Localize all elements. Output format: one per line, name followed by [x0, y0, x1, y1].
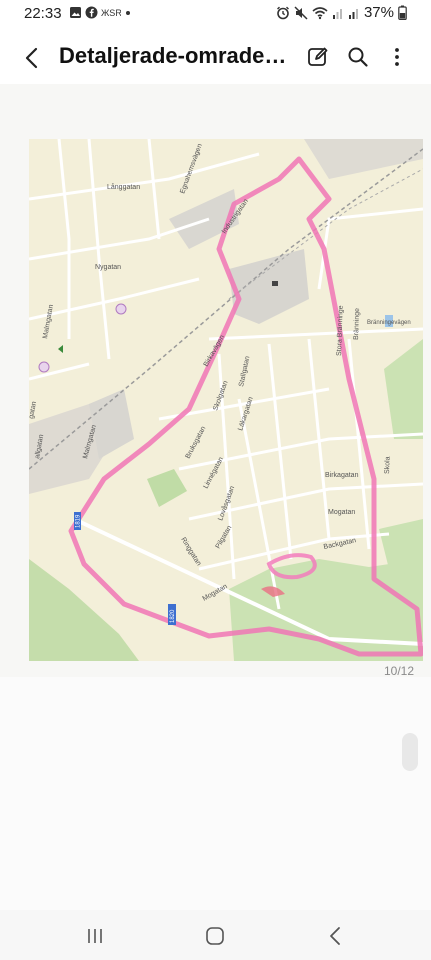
map-label: Skola — [384, 456, 392, 474]
document-title: Detaljerade-omrade… — [59, 43, 287, 68]
map-label: Nygatan — [95, 264, 121, 271]
back-arrow-icon[interactable] — [18, 44, 46, 72]
search-icon[interactable] — [345, 44, 371, 70]
svg-text:ЖSR: ЖSR — [101, 8, 121, 18]
more-icon[interactable] — [384, 44, 410, 70]
dot-icon — [126, 11, 130, 15]
map-poi-icon — [38, 361, 50, 373]
map-poi-icon — [272, 281, 278, 286]
map-label: Birkagatan — [325, 472, 359, 479]
recents-icon[interactable] — [80, 925, 110, 947]
battery-percent: 37% — [363, 4, 394, 21]
mute-icon — [294, 5, 308, 20]
status-time: 22:33 — [24, 5, 62, 22]
navigation-bar — [0, 910, 431, 960]
document-page: 1819 1820 Långgatan Egnahemsvägen Nygata… — [0, 84, 431, 678]
alarm-icon — [277, 6, 289, 19]
map-label: Bränninge — [353, 308, 361, 340]
nav-back-icon[interactable] — [320, 925, 350, 947]
map-label: Bränningevägen — [367, 320, 411, 326]
app-bar: Detaljerade-omrade… — [0, 30, 431, 84]
wifi-icon — [312, 6, 328, 19]
page-counter: 10/12 — [383, 664, 414, 678]
next-page-area — [0, 677, 431, 910]
document-viewer[interactable]: 1819 1820 Långgatan Egnahemsvägen Nygata… — [0, 84, 431, 910]
status-bar: 22:33 ЖSR 37% — [0, 0, 431, 30]
signal-icon — [348, 8, 358, 19]
road-badge-label: 1820 — [170, 609, 176, 623]
carrier-icon: ЖSR — [101, 8, 121, 18]
map-poi-icon — [115, 303, 127, 315]
signal-icon — [332, 8, 342, 19]
scroll-handle[interactable] — [402, 733, 418, 771]
gallery-icon — [70, 7, 81, 18]
status-right-icons: 37% — [276, 4, 407, 21]
map-label: Mogatan — [328, 509, 355, 516]
map-label: Långgatan — [107, 183, 140, 191]
battery-icon — [398, 5, 407, 20]
edit-icon[interactable] — [305, 44, 331, 70]
facebook-icon — [85, 6, 98, 19]
road-badge-label: 1819 — [76, 514, 82, 528]
home-icon[interactable] — [200, 925, 230, 947]
status-left-icons: ЖSR — [69, 6, 132, 19]
route-map: 1819 1820 Långgatan Egnahemsvägen Nygata… — [29, 139, 423, 661]
